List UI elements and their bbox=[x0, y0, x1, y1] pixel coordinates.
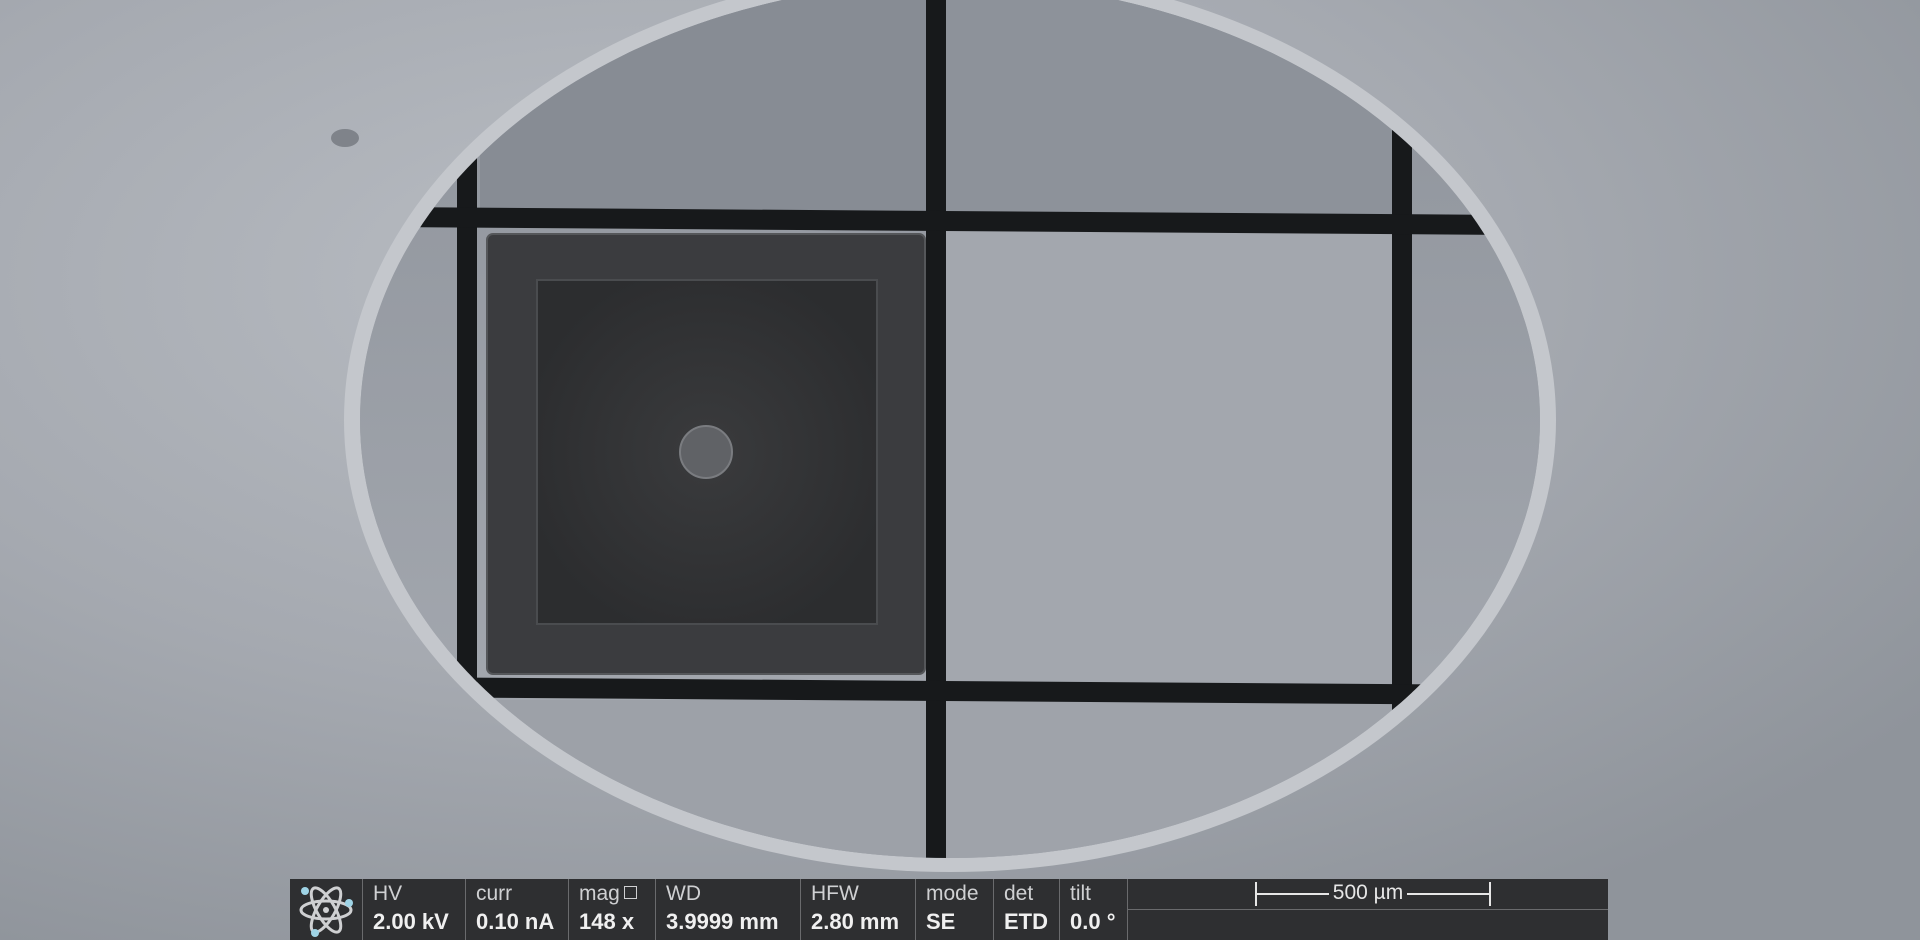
central-particle bbox=[679, 425, 733, 479]
current-value: 0.10 nA bbox=[476, 909, 555, 934]
hv-value: 2.00 kV bbox=[373, 909, 449, 934]
scale-bar-field: 500 µm bbox=[1127, 879, 1608, 940]
tilt-field: tilt 0.0 ° bbox=[1059, 879, 1127, 940]
hfw-field: HFW 2.80 mm bbox=[800, 879, 915, 940]
magnification-label: mag bbox=[579, 882, 620, 905]
mode-value: SE bbox=[926, 909, 956, 934]
scale-bar-label: 500 µm bbox=[1328, 881, 1408, 904]
sem-image-viewport[interactable]: HV 2.00 kV curr 0.10 nA mag 148 x WD 3.9… bbox=[0, 0, 1920, 940]
hv-label: HV bbox=[373, 882, 403, 905]
atom-icon bbox=[299, 885, 353, 937]
sem-databar: HV 2.00 kV curr 0.10 nA mag 148 x WD 3.9… bbox=[290, 879, 1608, 940]
hfw-label: HFW bbox=[811, 882, 859, 905]
debris-speck bbox=[331, 129, 359, 147]
logo bbox=[290, 879, 362, 940]
detector-field: det ETD bbox=[993, 879, 1059, 940]
sem-micrograph bbox=[0, 0, 1920, 940]
magnification-value: 148 x bbox=[579, 909, 635, 934]
detector-label: det bbox=[1004, 882, 1034, 905]
hfw-value: 2.80 mm bbox=[811, 909, 900, 934]
working-distance-field: WD 3.9999 mm bbox=[655, 879, 800, 940]
current-label: curr bbox=[476, 882, 513, 905]
working-distance-value: 3.9999 mm bbox=[666, 909, 779, 934]
tilt-value: 0.0 ° bbox=[1070, 909, 1116, 934]
square-icon bbox=[623, 886, 637, 899]
mode-label: mode bbox=[926, 882, 979, 905]
working-distance-label: WD bbox=[666, 882, 701, 905]
current-field: curr 0.10 nA bbox=[465, 879, 568, 940]
detector-value: ETD bbox=[1004, 909, 1048, 934]
mode-field: mode SE bbox=[915, 879, 993, 940]
tilt-label: tilt bbox=[1070, 882, 1091, 905]
magnification-field: mag 148 x bbox=[568, 879, 655, 940]
hv-field: HV 2.00 kV bbox=[362, 879, 465, 940]
